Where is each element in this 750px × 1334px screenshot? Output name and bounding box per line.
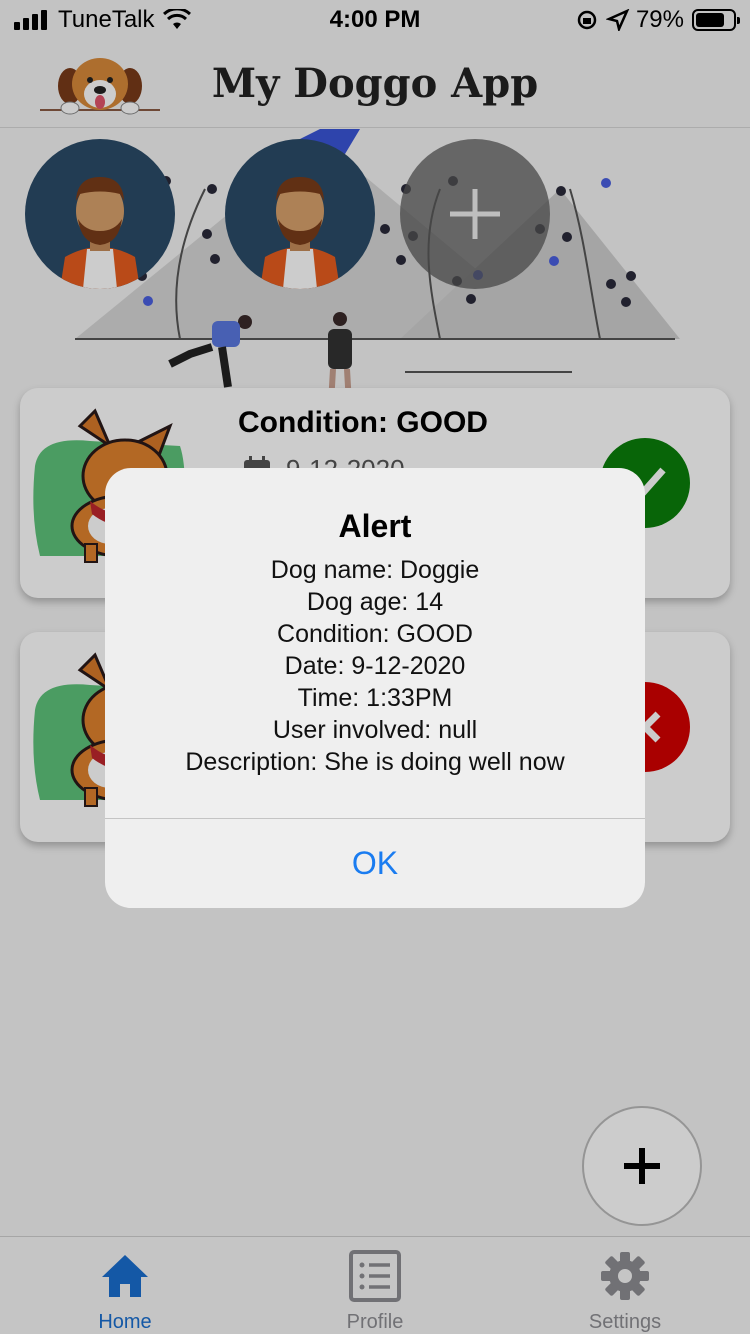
alert-line-dog-age: Dog age: 14 — [306, 588, 444, 616]
alert-line-condition: Condition: GOOD — [277, 620, 473, 648]
alert-title: Alert — [338, 508, 412, 544]
alert-line-user: User involved: null — [272, 716, 478, 744]
alert-ok-button[interactable]: OK — [105, 819, 645, 908]
alert-line-description: Description: She is doing well now — [185, 748, 565, 776]
app-screen: TuneTalk 4:00 PM 79% My Doggo App Condit… — [0, 0, 750, 1334]
alert-line-dog-name: Dog name: Doggie — [270, 556, 480, 584]
alert-line-time: Time: 1:33PM — [297, 684, 453, 712]
alert-dialog: Alert Dog name: Doggie Dog age: 14 Condi… — [105, 468, 645, 908]
alert-message: Dog name: Doggie Dog age: 14 Condition: … — [105, 554, 645, 778]
alert-line-date: Date: 9-12-2020 — [284, 652, 466, 680]
